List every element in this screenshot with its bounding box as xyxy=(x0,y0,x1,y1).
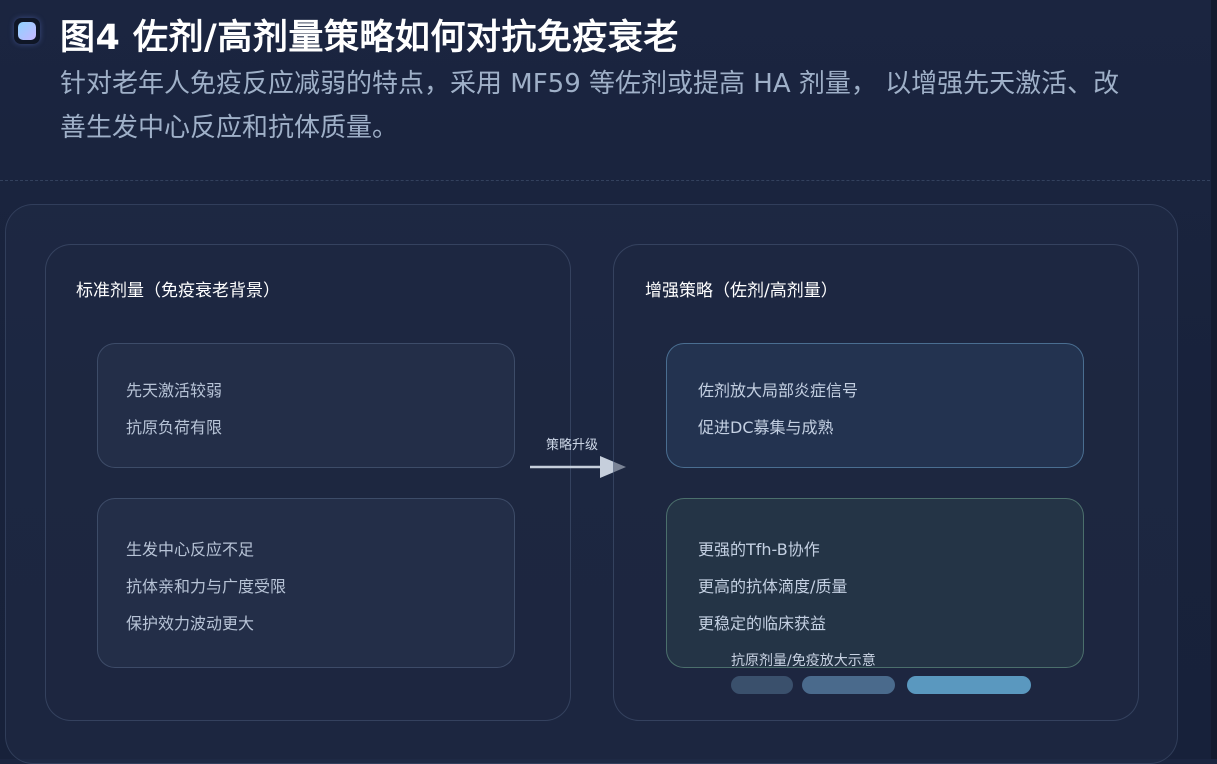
box-text-line: 先天激活较弱 xyxy=(126,381,223,400)
germinal-center-box: 生发中心反应不足 抗体亲和力与广度受限 保护效力波动更大 xyxy=(97,498,515,668)
box-text-line: 佐剂放大局部炎症信号 xyxy=(698,381,859,400)
box-text-line: 抗原负荷有限 xyxy=(126,418,223,437)
dose-scale-bar-mid xyxy=(802,676,895,694)
innate-activation-box: 先天激活较弱 抗原负荷有限 xyxy=(97,343,515,468)
dose-scale-label: 抗原剂量/免疫放大示意 xyxy=(731,653,876,669)
box-text-line: 生发中心反应不足 xyxy=(126,540,255,559)
arrow-label: 策略升级 xyxy=(546,438,599,453)
figure-subtitle: 针对老年人免疫反应减弱的特点，采用 MF59 等佐剂或提高 HA 剂量， 以增强… xyxy=(60,69,1120,143)
scrollbar-track[interactable] xyxy=(1211,0,1217,759)
figure-badge-icon xyxy=(14,18,40,44)
clinical-benefit-box: 更强的Tfh-B协作 更高的抗体滴度/质量 更稳定的临床获益 xyxy=(666,498,1084,668)
box-text-line: 更稳定的临床获益 xyxy=(698,614,827,633)
enhanced-strategy-header: 增强策略（佐剂/高剂量） xyxy=(645,281,838,301)
box-text-line: 保护效力波动更大 xyxy=(126,614,255,633)
box-text-line: 促进DC募集与成熟 xyxy=(698,418,834,437)
dose-scale-bar-high xyxy=(907,676,1031,694)
standard-dose-header: 标准剂量（免疫衰老背景） xyxy=(76,281,280,301)
dose-scale-bar-low xyxy=(731,676,793,694)
section-divider xyxy=(0,180,1210,181)
box-text-line: 更高的抗体滴度/质量 xyxy=(698,577,848,596)
adjuvant-signal-box: 佐剂放大局部炎症信号 促进DC募集与成熟 xyxy=(666,343,1084,468)
figure-title: 图4 佐剂/高剂量策略如何对抗免疫衰老 xyxy=(60,18,679,58)
box-text-line: 抗体亲和力与广度受限 xyxy=(126,577,287,596)
box-text-line: 更强的Tfh-B协作 xyxy=(698,540,820,559)
figure-badge-inner xyxy=(18,22,36,40)
